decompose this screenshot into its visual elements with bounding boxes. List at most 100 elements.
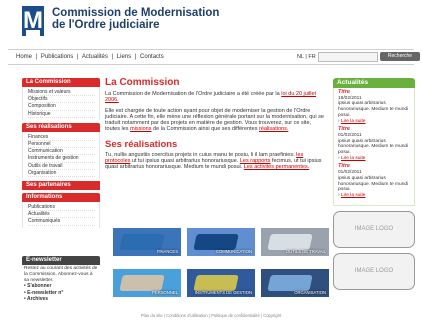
- nav-liens[interactable]: Liens: [117, 54, 131, 60]
- newsletter-option[interactable]: • Archives: [24, 296, 100, 303]
- main-content: La Commission La Commission de Modernisa…: [105, 77, 326, 175]
- sidebar-item[interactable]: Actualités: [28, 211, 95, 219]
- sidebar-header-commission[interactable]: La Commission: [22, 78, 100, 87]
- newsletter-option-label: E-newsletter n°: [27, 289, 64, 296]
- intro-text: La Commission de Modernisation de l'Ordr…: [105, 91, 282, 97]
- image-logo-label: IMAGE LOGO: [354, 226, 394, 233]
- lang-separator: |: [305, 54, 307, 60]
- right-sidebar: Actualités Titre 18/02/2011 ipsius quasi…: [333, 78, 415, 290]
- sidebar-item[interactable]: Composition: [28, 103, 95, 111]
- missions-link[interactable]: missions: [130, 126, 151, 132]
- page-title: La Commission: [105, 77, 180, 88]
- nav-separator: |: [111, 54, 114, 60]
- sidebar-item[interactable]: Instruments de gestion: [28, 155, 95, 163]
- realisations-text-2: ut tui ipsius quasi arbitrarius honorari…: [130, 158, 240, 165]
- sidebar-item[interactable]: Missions et valeurs: [28, 89, 95, 97]
- section-title: Ses réalisations: [105, 138, 178, 150]
- nav-separator: |: [35, 54, 38, 60]
- actualites-list: Titre 18/02/2011 ipsius quasi arbitrariu…: [333, 88, 415, 206]
- sidebar-section-realisations: Ses réalisations Finances Personnel Comm…: [22, 122, 100, 180]
- search-button[interactable]: Recherche: [380, 52, 420, 61]
- tile-label: FINANCES: [156, 249, 178, 254]
- footer-links[interactable]: Plan du site | Conditions d'utilisation …: [0, 310, 422, 322]
- sidebar-item[interactable]: Communication: [28, 148, 95, 156]
- nav-contacts[interactable]: Contacts: [140, 54, 164, 60]
- news-item: Titre 18/02/2011 ipsius quasi arbitrariu…: [338, 89, 411, 124]
- tile-label: ORGANISATION: [294, 290, 326, 295]
- chart-icon: [119, 234, 165, 250]
- image-logo-2: IMAGE LOGO: [333, 252, 415, 290]
- tile-organisation[interactable]: ORGANISATION: [261, 269, 329, 297]
- lang-nl[interactable]: NL: [297, 54, 304, 60]
- sidebar-header-informations[interactable]: Informations: [22, 193, 100, 203]
- realisations-paragraph: Tu, nullis angustiis coercitus projets i…: [105, 152, 326, 171]
- actualites-title: Actualités: [333, 78, 415, 88]
- logo-icon[interactable]: M: [22, 6, 44, 36]
- site-header: M Commission de Modernisation de l'Ordre…: [0, 0, 422, 45]
- sidebar-list: Finances Personnel Communication Instrum…: [22, 131, 100, 180]
- nav-actualites[interactable]: Actualités: [82, 54, 108, 60]
- newsletter-title: E-newsletter: [22, 256, 100, 265]
- sidebar-item[interactable]: Historique: [28, 111, 95, 118]
- sidebar-item[interactable]: Communiqués: [28, 218, 95, 226]
- activites-link[interactable]: Les activités permanentes.: [244, 164, 309, 170]
- image-logo-1: IMAGE LOGO: [333, 210, 415, 248]
- news-item: Titre 01/02/2011 ipsius quasi arbitrariu…: [338, 164, 411, 198]
- nav-publications[interactable]: Publications: [41, 54, 73, 60]
- news-item: Titre 01/02/2011 ipsius quasi arbitrariu…: [338, 127, 411, 161]
- newsletter-option-label: S'abonner: [27, 283, 52, 290]
- nav-separator: |: [134, 54, 137, 60]
- sidebar-list: Publications Actualités Communiqués: [22, 202, 100, 228]
- sidebar-header-partenaires[interactable]: Ses partenaires: [22, 181, 100, 191]
- site-title[interactable]: Commission de Modernisation de l'Ordre j…: [52, 7, 219, 31]
- sidebar-item[interactable]: Objectifs: [28, 96, 95, 104]
- language-switcher: NL | FR: [297, 50, 316, 64]
- realisations-grid: FINANCES COMMUNICATION OUTILS DE TRAVAIL…: [113, 228, 331, 314]
- rapports-link[interactable]: Les rapports: [240, 158, 271, 164]
- search-input[interactable]: [318, 52, 378, 62]
- tile-label: PERSONNEL: [152, 290, 178, 295]
- sidebar-item[interactable]: Publications: [28, 204, 95, 212]
- lang-fr[interactable]: FR: [308, 54, 315, 60]
- sidebar-item[interactable]: Organisation: [28, 170, 95, 178]
- top-navigation-links: Home | Publications | Actualités | Liens…: [16, 50, 166, 64]
- sidebar-section-commission: La Commission Missions et valeurs Object…: [22, 78, 100, 120]
- read-more-link[interactable]: Lire la suite: [341, 193, 366, 198]
- realisations-text: Tu, nullis angustiis coercitus projets i…: [105, 151, 297, 158]
- sidebar-header-realisations[interactable]: Ses réalisations: [22, 122, 100, 132]
- tile-finances[interactable]: FINANCES: [113, 228, 181, 256]
- people-icon: [119, 275, 165, 291]
- tile-label: INSTRUMENTS DE GESTION: [194, 290, 252, 295]
- intro-paragraph: La Commission de Modernisation de l'Ordr…: [105, 91, 326, 104]
- tile-communication[interactable]: COMMUNICATION: [187, 228, 255, 256]
- globe-icon: [193, 234, 239, 250]
- tile-instruments[interactable]: INSTRUMENTS DE GESTION: [187, 269, 255, 297]
- news-text: ipsius quasi arbitrarius honorariusque. …: [338, 101, 409, 118]
- tile-personnel[interactable]: PERSONNEL: [113, 269, 181, 297]
- sidebar-list: Missions et valeurs Objectifs Compositio…: [22, 87, 100, 120]
- realisations-link[interactable]: réalisations.: [259, 126, 288, 132]
- description-mid-text: de la Commission ainsi que ses différent…: [151, 126, 259, 133]
- site-title-line1: Commission de Modernisation: [52, 7, 220, 19]
- sidebar-item[interactable]: Personnel: [28, 141, 95, 149]
- tile-label: OUTILS DE TRAVAIL: [285, 249, 326, 254]
- tile-outils[interactable]: OUTILS DE TRAVAIL: [261, 228, 329, 256]
- news-text: ipsius quasi arbitrarius honorariusque. …: [338, 175, 409, 193]
- nav-home[interactable]: Home: [16, 54, 32, 60]
- sidebar-item[interactable]: Finances: [28, 134, 95, 142]
- newsletter-option-label: Archives: [26, 296, 49, 303]
- news-text: ipsius quasi arbitrarius honorariusque. …: [338, 138, 409, 156]
- description-paragraph: Elle est chargée de toute action ayant p…: [105, 108, 326, 133]
- newsletter-text: Restez au courant des activités de la Co…: [24, 266, 98, 283]
- image-logo-label: IMAGE LOGO: [354, 268, 394, 275]
- nav-separator: |: [76, 54, 79, 60]
- sidebar-section-informations: Informations Publications Actualités Com…: [22, 193, 100, 228]
- newsletter-box: E-newsletter Restez au courant des activ…: [22, 256, 100, 314]
- sidebar-item[interactable]: Outils de travail: [28, 163, 95, 170]
- tools-icon: [267, 234, 313, 250]
- organisation-icon: [267, 275, 313, 291]
- tile-label: COMMUNICATION: [216, 249, 252, 254]
- read-more-link[interactable]: Lire la suite: [341, 156, 366, 161]
- instruments-icon: [193, 275, 239, 291]
- read-more-link[interactable]: Lire la suite: [341, 119, 366, 124]
